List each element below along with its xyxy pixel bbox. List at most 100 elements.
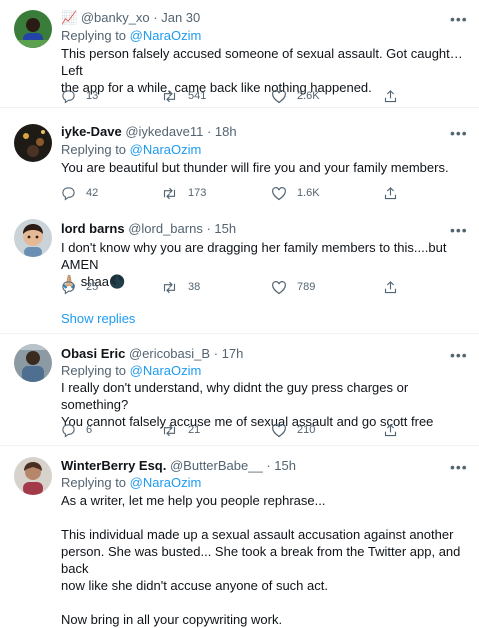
tweet-text: As a writer, let me help you people reph… — [61, 492, 466, 628]
more-icon[interactable]: ••• — [450, 12, 468, 26]
like-button[interactable]: 1.6K — [271, 184, 320, 202]
avatar[interactable] — [14, 457, 52, 495]
handle[interactable]: @banky_xo — [81, 10, 150, 25]
retweet-button[interactable]: 173 — [161, 184, 206, 202]
replying-to-handle[interactable]: @NaraOzim — [130, 475, 202, 490]
share-button[interactable] — [383, 421, 398, 439]
reply-button[interactable]: 25 — [61, 278, 98, 296]
more-icon[interactable]: ••• — [450, 223, 468, 237]
reply-count: 25 — [86, 281, 99, 293]
tweet-line: I don't know why you are dragging her fa… — [61, 240, 447, 272]
like-button[interactable]: 210 — [271, 421, 315, 439]
tweet-actions: 42 173 1.6K — [61, 184, 421, 202]
tweet[interactable]: 📈 @banky_xo · Jan 30 ••• Replying to @Na… — [0, 0, 479, 108]
tweet-line: now like she didn't accuse anyone of suc… — [61, 578, 328, 593]
retweet-count: 541 — [188, 90, 207, 102]
replying-prefix: Replying to — [61, 475, 130, 490]
share-icon — [384, 89, 397, 102]
replying-to-handle[interactable]: @NaraOzim — [130, 142, 202, 157]
tweet-header: 📈 @banky_xo · Jan 30 — [61, 10, 200, 26]
tweet[interactable]: iyke-Dave @iykedave11 · 18h ••• Replying… — [0, 108, 479, 210]
like-count: 210 — [297, 424, 316, 436]
replying-to-handle[interactable]: @NaraOzim — [130, 363, 202, 378]
retweet-count: 21 — [188, 424, 201, 436]
like-button[interactable]: 789 — [271, 278, 315, 296]
reply-count: 13 — [86, 90, 99, 102]
more-icon[interactable]: ••• — [450, 126, 468, 140]
replying-to: Replying to @NaraOzim — [61, 142, 201, 158]
avatar[interactable] — [14, 344, 52, 382]
replying-prefix: Replying to — [61, 142, 130, 157]
timestamp[interactable]: · 17h — [214, 346, 244, 361]
heart-icon — [272, 186, 286, 200]
replying-to-handle[interactable]: @NaraOzim — [130, 28, 202, 43]
reply-icon — [62, 423, 75, 438]
reply-icon — [62, 280, 75, 295]
tweet-actions: 13 541 2.6K — [61, 87, 421, 105]
like-count: 1.6K — [297, 187, 320, 199]
retweet-icon — [163, 90, 176, 102]
more-icon[interactable]: ••• — [450, 348, 468, 362]
tweet-text: You are beautiful but thunder will fire … — [61, 159, 466, 176]
share-button[interactable] — [383, 278, 398, 296]
tweet-actions: 25 38 789 — [61, 278, 421, 296]
reply-icon — [62, 186, 75, 201]
reply-button[interactable]: 6 — [61, 421, 92, 439]
reply-button[interactable]: 13 — [61, 87, 98, 105]
tweet[interactable]: WinterBerry Esq. @ButterBabe__ · 15h •••… — [0, 446, 479, 627]
display-name[interactable]: 📈 — [61, 10, 77, 25]
avatar[interactable] — [14, 10, 52, 48]
tweet-line: person. She was busted... She took a bre… — [61, 544, 461, 576]
replying-prefix: Replying to — [61, 363, 130, 378]
timestamp[interactable]: · 18h — [207, 124, 237, 139]
heart-icon — [272, 89, 286, 103]
reply-count: 6 — [86, 424, 93, 436]
avatar[interactable] — [14, 124, 52, 162]
more-icon[interactable]: ••• — [450, 460, 468, 474]
tweet-line: This person falsely accused someone of s… — [61, 46, 463, 78]
timestamp[interactable]: · 15h — [266, 458, 296, 473]
handle[interactable]: @ButterBabe__ — [170, 458, 263, 473]
tweet[interactable]: Obasi Eric @ericobasi_B · 17h ••• Replyi… — [0, 334, 479, 446]
retweet-icon — [163, 187, 176, 199]
like-button[interactable]: 2.6K — [271, 87, 320, 105]
share-icon — [384, 186, 397, 199]
handle[interactable]: @ericobasi_B — [129, 346, 210, 361]
share-icon — [384, 280, 397, 293]
handle[interactable]: @iykedave11 — [125, 124, 203, 139]
display-name[interactable]: WinterBerry Esq. — [61, 458, 166, 473]
retweet-button[interactable]: 38 — [161, 278, 200, 296]
tweet-line: As a writer, let me help you people reph… — [61, 493, 326, 508]
tweet-actions: 6 21 210 — [61, 421, 421, 439]
display-name[interactable]: iyke-Dave — [61, 124, 122, 139]
replying-to: Replying to @NaraOzim — [61, 475, 201, 491]
timestamp[interactable]: · Jan 30 — [153, 10, 200, 25]
tweet-header: lord barns @lord_barns · 15h — [61, 221, 236, 237]
reply-button[interactable]: 42 — [61, 184, 98, 202]
tweet-header: Obasi Eric @ericobasi_B · 17h — [61, 346, 243, 362]
tweet[interactable]: lord barns @lord_barns · 15h ••• I don't… — [0, 210, 479, 334]
retweet-icon — [163, 424, 176, 436]
reply-icon — [62, 89, 75, 104]
like-count: 2.6K — [297, 90, 320, 102]
replying-prefix: Replying to — [61, 28, 130, 43]
heart-icon — [272, 280, 286, 294]
tweet-line: You are beautiful but thunder will fire … — [61, 160, 449, 175]
show-replies-link[interactable]: Show replies — [61, 311, 135, 326]
reply-count: 42 — [86, 187, 99, 199]
replying-to: Replying to @NaraOzim — [61, 28, 201, 44]
timestamp[interactable]: · 15h — [206, 221, 236, 236]
display-name[interactable]: Obasi Eric — [61, 346, 125, 361]
retweet-button[interactable]: 21 — [161, 421, 200, 439]
tweet-line: Now bring in all your copywriting work. — [61, 612, 283, 627]
share-button[interactable] — [383, 184, 398, 202]
tweet-header: WinterBerry Esq. @ButterBabe__ · 15h — [61, 458, 296, 474]
handle[interactable]: @lord_barns — [128, 221, 203, 236]
share-button[interactable] — [383, 87, 398, 105]
heart-icon — [272, 423, 286, 437]
retweet-button[interactable]: 541 — [161, 87, 206, 105]
retweet-count: 173 — [188, 187, 207, 199]
avatar[interactable] — [14, 219, 52, 257]
display-name[interactable]: lord barns — [61, 221, 125, 236]
retweet-count: 38 — [188, 281, 201, 293]
